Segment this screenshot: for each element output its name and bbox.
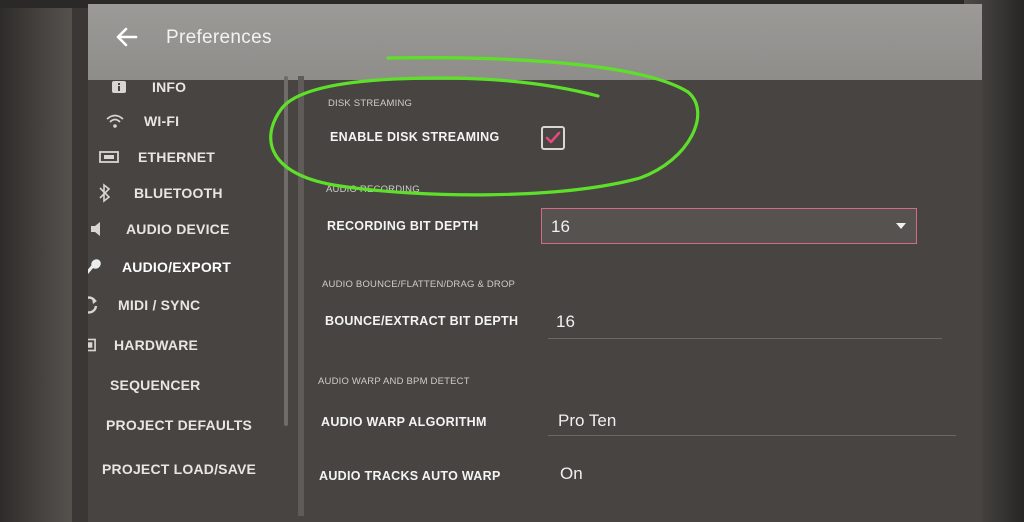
audio-tracks-auto-warp-label: AUDIO TRACKS AUTO WARP <box>319 469 501 483</box>
device-screen: Preferences INFO WI-FI ETHERNET BLUETOOT… <box>88 4 982 522</box>
sidebar-item-bluetooth[interactable]: BLUETOOTH <box>94 180 223 206</box>
section-audio-bounce: AUDIO BOUNCE/FLATTEN/DRAG & DROP <box>322 279 516 290</box>
grid-icon <box>88 376 92 394</box>
bounce-bit-depth-underline <box>548 338 942 339</box>
sidebar-item-sequencer[interactable]: SEQUENCER <box>88 372 200 398</box>
audio-tracks-auto-warp-value[interactable]: On <box>560 464 583 484</box>
chevron-down-icon <box>896 223 906 229</box>
bounce-bit-depth-value[interactable]: 16 <box>556 312 575 332</box>
device-bezel-left <box>0 0 72 522</box>
disk-streaming-checkbox[interactable] <box>541 126 565 150</box>
sidebar-item-wifi[interactable]: WI-FI <box>104 108 179 134</box>
sidebar-item-project-load-save[interactable]: PROJECT LOAD/SAVE <box>88 456 256 482</box>
microphone-icon <box>88 258 104 276</box>
sidebar-item-label: INFO <box>152 79 187 95</box>
sidebar-item-hardware[interactable]: HARDWARE <box>88 332 198 358</box>
sidebar-item-label: HARDWARE <box>114 337 199 353</box>
wifi-icon <box>104 112 126 130</box>
bluetooth-icon <box>94 183 116 203</box>
checkmark-icon <box>545 131 561 144</box>
section-disk-streaming: DISK STREAMING <box>328 98 413 109</box>
sidebar-item-audio-export[interactable]: AUDIO/EXPORT <box>88 254 231 280</box>
sidebar-item-project-defaults[interactable]: PROJECT DEFAULTS <box>88 412 252 438</box>
sync-icon <box>88 296 100 314</box>
section-audio-warp: AUDIO WARP AND BPM DETECT <box>318 376 470 387</box>
bounce-bit-depth-label: BOUNCE/EXTRACT BIT DEPTH <box>325 314 519 328</box>
ethernet-icon <box>98 148 120 166</box>
sidebar: INFO WI-FI ETHERNET BLUETOOTH AUDIO DEVI <box>88 70 300 522</box>
enable-disk-streaming-label: ENABLE DISK STREAMING <box>330 130 500 144</box>
sidebar-item-label: ETHERNET <box>138 149 216 165</box>
recording-bit-depth-value: 16 <box>551 217 570 236</box>
sidebar-item-ethernet[interactable]: ETHERNET <box>98 144 215 170</box>
back-arrow-icon[interactable] <box>114 24 140 50</box>
audio-warp-algorithm-underline <box>548 435 956 436</box>
recording-bit-depth-label: RECORDING BIT DEPTH <box>327 219 479 233</box>
speaker-icon <box>88 220 108 238</box>
header-bar: Preferences <box>88 4 982 80</box>
sidebar-item-label: AUDIO DEVICE <box>126 221 230 237</box>
hardware-icon <box>88 336 96 354</box>
page-title: Preferences <box>166 27 272 48</box>
sidebar-item-label: SEQUENCER <box>110 377 201 393</box>
sidebar-item-label: PROJECT DEFAULTS <box>106 417 253 433</box>
sidebar-item-audio-device[interactable]: AUDIO DEVICE <box>88 216 230 242</box>
info-icon <box>108 78 130 96</box>
audio-warp-algorithm-value[interactable]: Pro Ten <box>558 411 616 431</box>
sidebar-item-label: AUDIO/EXPORT <box>122 259 231 275</box>
audio-warp-algorithm-label: AUDIO WARP ALGORITHM <box>321 415 487 429</box>
section-audio-recording: AUDIO RECORDING <box>326 184 420 195</box>
sidebar-item-midi-sync[interactable]: MIDI / SYNC <box>88 292 200 318</box>
recording-bit-depth-dropdown[interactable]: 16 <box>541 208 917 244</box>
sidebar-item-label: PROJECT LOAD/SAVE <box>102 461 257 477</box>
sidebar-item-label: MIDI / SYNC <box>118 297 201 313</box>
settings-panel: DISK STREAMING ENABLE DISK STREAMING AUD… <box>304 80 982 522</box>
sidebar-item-info[interactable]: INFO <box>108 74 186 100</box>
sidebar-item-label: WI-FI <box>144 113 180 129</box>
sidebar-item-label: BLUETOOTH <box>134 185 223 201</box>
